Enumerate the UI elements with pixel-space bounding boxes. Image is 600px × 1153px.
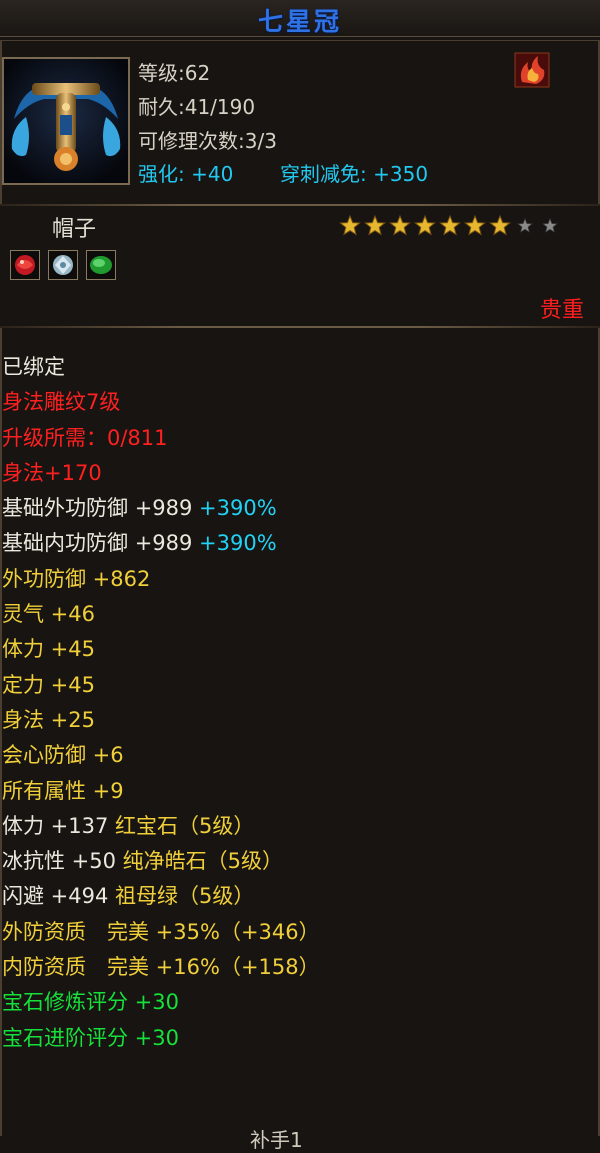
property-text: 身法+170 xyxy=(2,460,102,485)
property-line: 所有属性 +9 xyxy=(2,774,320,809)
pierce-label: 穿刺减免: xyxy=(280,162,367,186)
star-filled-icon xyxy=(463,214,487,238)
property-line: 身法雕纹7级 xyxy=(2,385,320,420)
white-gem-icon[interactable] xyxy=(48,250,78,280)
footer-text: 补手1 xyxy=(250,1128,303,1152)
property-text: +989 xyxy=(134,531,200,556)
property-text: 会心防御 +6 xyxy=(2,743,124,768)
property-line: 定力 +45 xyxy=(2,668,320,703)
property-text: 定力 +45 xyxy=(2,672,95,697)
property-line: 宝石进阶评分 +30 xyxy=(2,1021,320,1056)
header-divider xyxy=(0,204,600,206)
star-filled-icon xyxy=(488,214,512,238)
property-line: 升级所需：0/811 xyxy=(2,421,320,456)
property-line: 身法 +25 xyxy=(2,703,320,738)
property-list: 已绑定身法雕纹7级升级所需：0/811 身法+170 基础外功防御 +989 +39… xyxy=(2,350,320,1056)
property-text: 基础外功防御 xyxy=(2,496,135,521)
property-text: +390% xyxy=(199,496,277,521)
property-text: 闪避 +494 xyxy=(2,884,116,909)
title-bar: 七星冠 xyxy=(0,0,600,37)
property-line: 体力 +137 红宝石（5级） xyxy=(2,809,320,844)
property-text: 宝石进阶评分 +30 xyxy=(2,1025,179,1050)
star-filled-icon xyxy=(413,214,437,238)
rarity-label: 贵重 xyxy=(539,298,584,323)
property-line: 基础外功防御 +989 +390% xyxy=(2,491,320,526)
property-line: 体力 +45 xyxy=(2,632,320,667)
star-filled-icon xyxy=(363,214,387,238)
star-filled-icon xyxy=(338,214,362,238)
property-text: 基础内功防御 xyxy=(2,531,135,556)
seven-star-crown-helmet-icon[interactable] xyxy=(2,57,130,185)
star-filled-icon xyxy=(438,214,462,238)
durability-text: 耐久:41/190 xyxy=(138,95,256,119)
property-text: 体力 +137 xyxy=(2,813,116,838)
property-line: 身法+170 xyxy=(2,456,320,491)
property-line: 会心防御 +6 xyxy=(2,738,320,773)
flame-rank-icon[interactable] xyxy=(514,52,550,88)
property-text: 所有属性 +9 xyxy=(2,778,124,803)
item-name: 七星冠 xyxy=(257,7,342,36)
section-divider xyxy=(0,326,600,328)
property-text: 外功防御 +862 xyxy=(2,566,151,591)
property-text: 内防资质 完美 +16%（+158） xyxy=(2,955,320,980)
property-text: 灵气 +46 xyxy=(2,602,95,627)
repair-count-text: 可修理次数:3/3 xyxy=(138,129,277,153)
star-filled-icon xyxy=(388,214,412,238)
green-gem-icon[interactable] xyxy=(86,250,116,280)
property-text: 已绑定 xyxy=(2,355,65,379)
property-line: 外功防御 +862 xyxy=(2,562,320,597)
property-text: 外防资质 完美 +35%（+346） xyxy=(2,919,320,944)
property-line: 内防资质 完美 +16%（+158） xyxy=(2,950,320,985)
property-line: 外防资质 完美 +35%（+346） xyxy=(2,915,320,950)
property-text: 红宝石（5级） xyxy=(115,813,255,838)
property-line: 基础内功防御 +989 +390% xyxy=(2,526,320,561)
property-text: 冰抗性 +50 xyxy=(2,849,123,874)
gem-sockets xyxy=(10,250,116,280)
enhance-label: 强化: xyxy=(138,162,185,186)
enhance-line: 强化: +40 穿刺减免: +350 xyxy=(138,158,428,187)
header-left-border xyxy=(0,40,2,204)
property-line: 冰抗性 +50 纯净皓石（5级） xyxy=(2,844,320,879)
property-line: 灵气 +46 xyxy=(2,597,320,632)
enhance-value: +40 xyxy=(191,162,234,186)
level-text: 等级:62 xyxy=(138,61,211,85)
star-rating xyxy=(338,214,562,238)
star-empty-icon xyxy=(513,214,537,238)
property-text: 宝石修炼评分 +30 xyxy=(2,990,179,1015)
property-line: 宝石修炼评分 +30 xyxy=(2,985,320,1020)
property-text: +390% xyxy=(199,531,277,556)
slot-name: 帽子 xyxy=(52,217,97,242)
item-header: 等级:62 耐久:41/190 可修理次数:3/3 强化: +40 穿刺减免: … xyxy=(0,40,600,191)
property-text: +989 xyxy=(134,496,200,521)
property-text: 身法 +25 xyxy=(2,707,95,732)
property-text: 祖母绿（5级） xyxy=(115,884,255,909)
property-text: 身法雕纹7级 xyxy=(2,390,121,415)
pierce-value: +350 xyxy=(373,162,429,186)
star-empty-icon xyxy=(538,214,562,238)
property-text: 升级所需：0/811 xyxy=(2,425,168,450)
property-line: 闪避 +494 祖母绿（5级） xyxy=(2,879,320,914)
property-text: 体力 +45 xyxy=(2,637,95,662)
red-gem-icon[interactable] xyxy=(10,250,40,280)
property-text: 纯净皓石（5级） xyxy=(122,849,284,874)
property-line: 已绑定 xyxy=(2,350,320,385)
